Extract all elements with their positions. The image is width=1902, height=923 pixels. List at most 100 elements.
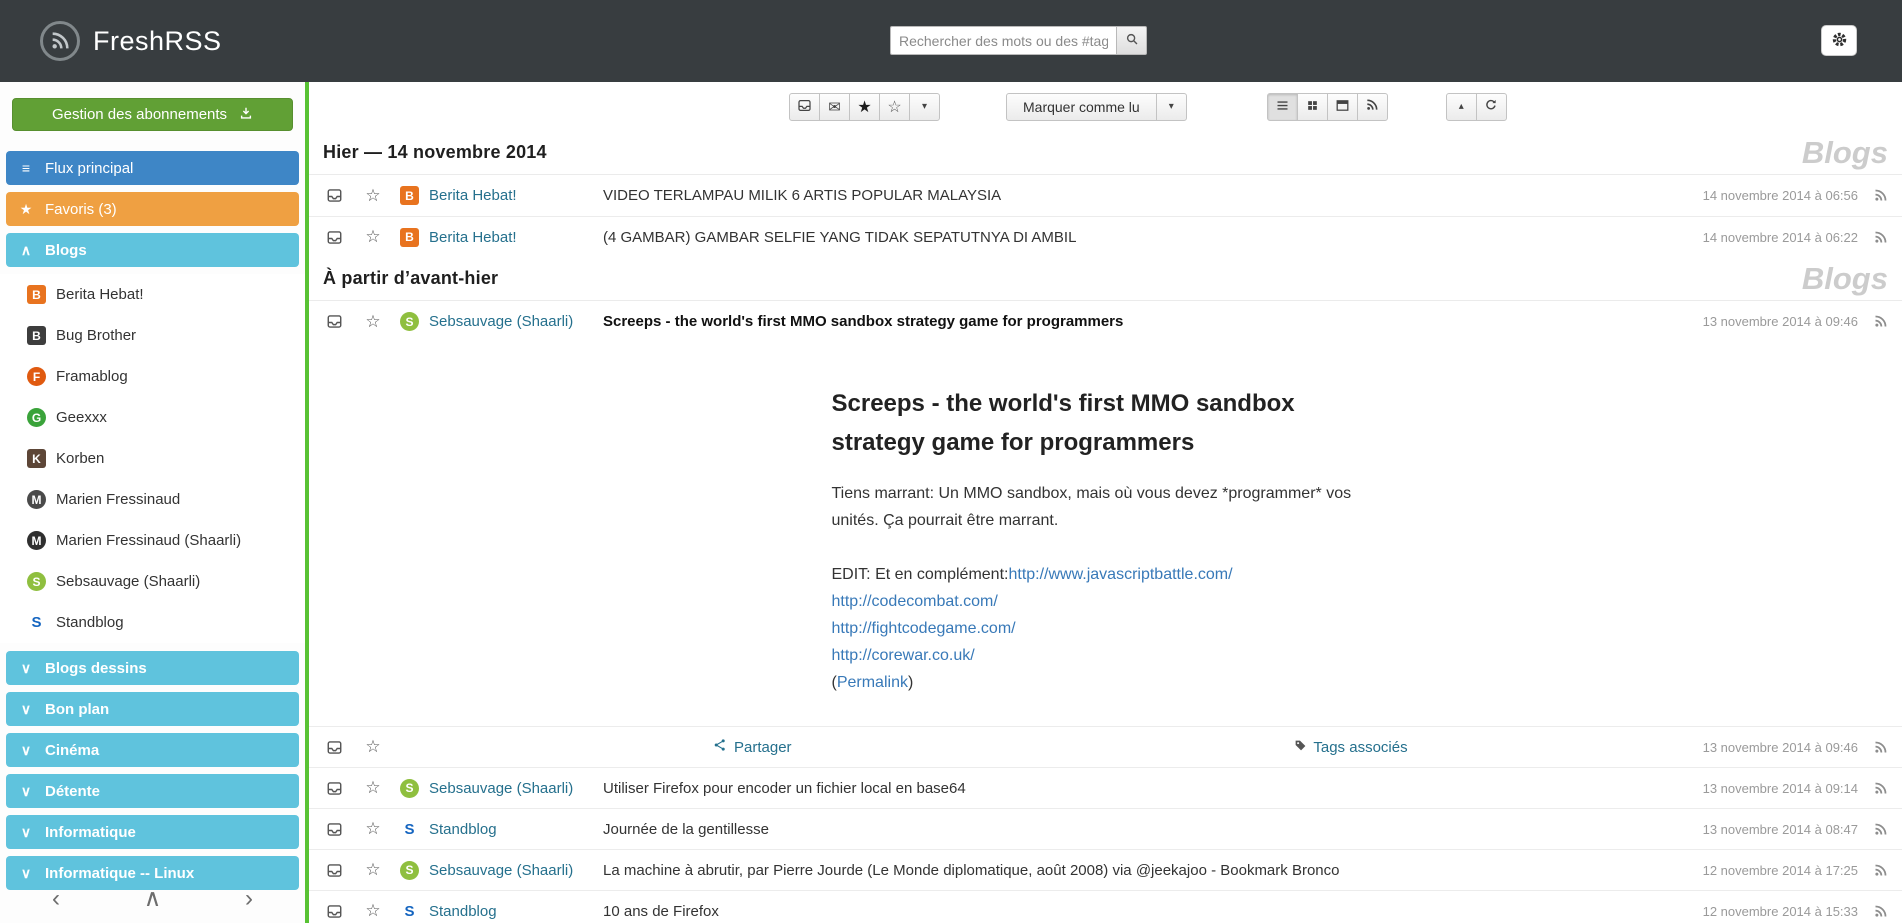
filter-not-favorite-button[interactable]: ☆ — [879, 93, 910, 121]
star-icon[interactable]: ☆ — [363, 778, 383, 798]
star-icon[interactable]: ☆ — [363, 860, 383, 880]
filter-button-group: ✉ ★ ☆ ▾ — [789, 93, 940, 121]
category-detente[interactable]: ∨ Détente — [6, 774, 299, 808]
sidebar-item-main-feed[interactable]: ≡ Flux principal — [6, 151, 299, 185]
view-mode-button-group — [1267, 93, 1388, 121]
article-date: 14 novembre 2014 à 06:22 — [1703, 230, 1858, 245]
category-bon-plan[interactable]: ∨ Bon plan — [6, 692, 299, 726]
rss-icon[interactable] — [1858, 822, 1902, 837]
app-logo[interactable]: FreshRSS — [40, 21, 222, 61]
feed-name-link[interactable]: Standblog — [429, 821, 601, 838]
sidebar-item-favorites[interactable]: ★ Favoris (3) — [6, 192, 299, 226]
feed-name-link[interactable]: Berita Hebat! — [429, 229, 601, 246]
mark-read-icon[interactable] — [324, 187, 344, 204]
rss-icon[interactable] — [1858, 188, 1902, 203]
feed-name-link[interactable]: Standblog — [429, 903, 601, 920]
mark-read-icon[interactable] — [324, 780, 344, 797]
article-row[interactable]: ☆ S Standblog 10 ans de Firefox 12 novem… — [309, 890, 1902, 923]
filter-dropdown-button[interactable]: ▾ — [909, 93, 940, 121]
feed-item-sebsauvage-shaarli[interactable]: S Sebsauvage (Shaarli) — [0, 561, 305, 602]
article-title-link[interactable]: La machine à abrutir, par Pierre Jourde … — [603, 862, 1689, 879]
feed-item-framablog[interactable]: F Framablog — [0, 356, 305, 397]
mark-read-icon[interactable] — [324, 862, 344, 879]
permalink-paren: ) — [908, 674, 913, 691]
manage-subscriptions-button[interactable]: Gestion des abonnements — [12, 98, 293, 131]
category-blogs-dessins[interactable]: ∨ Blogs dessins — [6, 651, 299, 685]
feed-item-marien-fressinaud-shaarli[interactable]: M Marien Fressinaud (Shaarli) — [0, 520, 305, 561]
feed-item-geexxx[interactable]: G Geexxx — [0, 397, 305, 438]
next-page-button[interactable]: › — [237, 885, 261, 913]
feed-item-berita-hebat[interactable]: B Berita Hebat! — [0, 274, 305, 315]
sidebar-pager: ‹ ∧ › — [0, 885, 305, 913]
article-row[interactable]: ☆ B Berita Hebat! VIDEO TERLAMPAU MILIK … — [309, 175, 1902, 216]
view-global-button[interactable] — [1297, 93, 1328, 121]
mark-read-icon[interactable] — [324, 821, 344, 838]
refresh-button[interactable] — [1476, 93, 1507, 121]
category-cinema[interactable]: ∨ Cinéma — [6, 733, 299, 767]
rss-icon[interactable] — [1858, 230, 1902, 245]
chevron-down-icon: ∨ — [17, 824, 35, 841]
mark-as-read-dropdown-button[interactable]: ▾ — [1156, 93, 1187, 121]
star-icon[interactable]: ☆ — [363, 901, 383, 921]
article-row[interactable]: ☆ S Sebsauvage (Shaarli) La machine à ab… — [309, 849, 1902, 890]
article-row[interactable]: ☆ S Sebsauvage (Shaarli) Utiliser Firefo… — [309, 767, 1902, 808]
feed-item-marien-fressinaud[interactable]: M Marien Fressinaud — [0, 479, 305, 520]
view-list-button[interactable] — [1267, 93, 1298, 121]
feed-item-korben[interactable]: K Korben — [0, 438, 305, 479]
article-link[interactable]: http://codecombat.com/ — [832, 593, 998, 610]
rss-icon[interactable] — [1858, 863, 1902, 878]
article-link[interactable]: http://fightcodegame.com/ — [832, 620, 1016, 637]
view-reader-button[interactable] — [1327, 93, 1358, 121]
feed-name-link[interactable]: Sebsauvage (Shaarli) — [429, 862, 601, 879]
tags-link[interactable]: Tags associés — [1294, 739, 1407, 756]
category-blogs-expanded[interactable]: ∧ Blogs — [6, 233, 299, 267]
article-title-link[interactable]: Utiliser Firefox pour encoder un fichier… — [603, 780, 1689, 797]
settings-button[interactable] — [1821, 25, 1857, 56]
rss-icon[interactable] — [1858, 314, 1902, 329]
star-icon[interactable]: ☆ — [363, 312, 383, 332]
rss-icon[interactable] — [1858, 904, 1902, 919]
filter-favorites-button[interactable]: ★ — [849, 93, 880, 121]
feed-label: Geexxx — [56, 409, 107, 426]
share-icon — [713, 738, 727, 756]
search-button[interactable] — [1116, 26, 1147, 55]
previous-page-button[interactable]: ‹ — [44, 885, 68, 913]
scroll-top-button[interactable]: ∧ — [136, 885, 170, 913]
star-icon[interactable]: ☆ — [363, 819, 383, 839]
mark-read-icon[interactable] — [324, 739, 344, 756]
share-link[interactable]: Partager — [713, 738, 792, 756]
article-link[interactable]: http://corewar.co.uk/ — [832, 647, 975, 664]
rss-icon[interactable] — [1858, 740, 1902, 755]
article-row[interactable]: ☆ B Berita Hebat! (4 GAMBAR) GAMBAR SELF… — [309, 216, 1902, 257]
feed-name-link[interactable]: Sebsauvage (Shaarli) — [429, 780, 601, 797]
rss-icon[interactable] — [1858, 781, 1902, 796]
search-input[interactable] — [890, 26, 1116, 55]
article-date: 13 novembre 2014 à 09:14 — [1703, 781, 1858, 796]
feed-name-link[interactable]: Berita Hebat! — [429, 187, 601, 204]
article-title-link[interactable]: Screeps - the world's first MMO sandbox … — [603, 313, 1689, 330]
star-icon[interactable]: ☆ — [363, 227, 383, 247]
article-title-link[interactable]: Journée de la gentillesse — [603, 821, 1689, 838]
mark-as-read-button[interactable]: Marquer comme lu — [1006, 93, 1157, 121]
filter-all-button[interactable] — [789, 93, 820, 121]
article-title-link[interactable]: 10 ans de Firefox — [603, 903, 1689, 920]
mark-read-icon[interactable] — [324, 229, 344, 246]
mark-read-icon[interactable] — [324, 313, 344, 330]
feed-item-standblog[interactable]: S Standblog — [0, 602, 305, 643]
feed-item-bug-brother[interactable]: B Bug Brother — [0, 315, 305, 356]
article-link[interactable]: http://www.javascriptbattle.com/ — [1008, 566, 1232, 583]
star-icon[interactable]: ☆ — [363, 186, 383, 206]
star-icon[interactable]: ☆ — [363, 737, 383, 757]
article-row[interactable]: ☆ S Standblog Journée de la gentillesse … — [309, 808, 1902, 849]
category-informatique[interactable]: ∨ Informatique — [6, 815, 299, 849]
mark-read-icon[interactable] — [324, 903, 344, 920]
chevron-down-icon: ∨ — [17, 742, 35, 759]
filter-unread-button[interactable]: ✉ — [819, 93, 850, 121]
view-rss-button[interactable] — [1357, 93, 1388, 121]
permalink-link[interactable]: Permalink — [837, 674, 908, 691]
feed-name-link[interactable]: Sebsauvage (Shaarli) — [429, 313, 601, 330]
article-title-link[interactable]: (4 GAMBAR) GAMBAR SELFIE YANG TIDAK SEPA… — [603, 229, 1689, 246]
article-row-current[interactable]: ☆ S Sebsauvage (Shaarli) Screeps - the w… — [309, 301, 1902, 342]
article-title-link[interactable]: VIDEO TERLAMPAU MILIK 6 ARTIS POPULAR MA… — [603, 187, 1689, 204]
scroll-top-button[interactable]: ▴ — [1446, 93, 1477, 121]
